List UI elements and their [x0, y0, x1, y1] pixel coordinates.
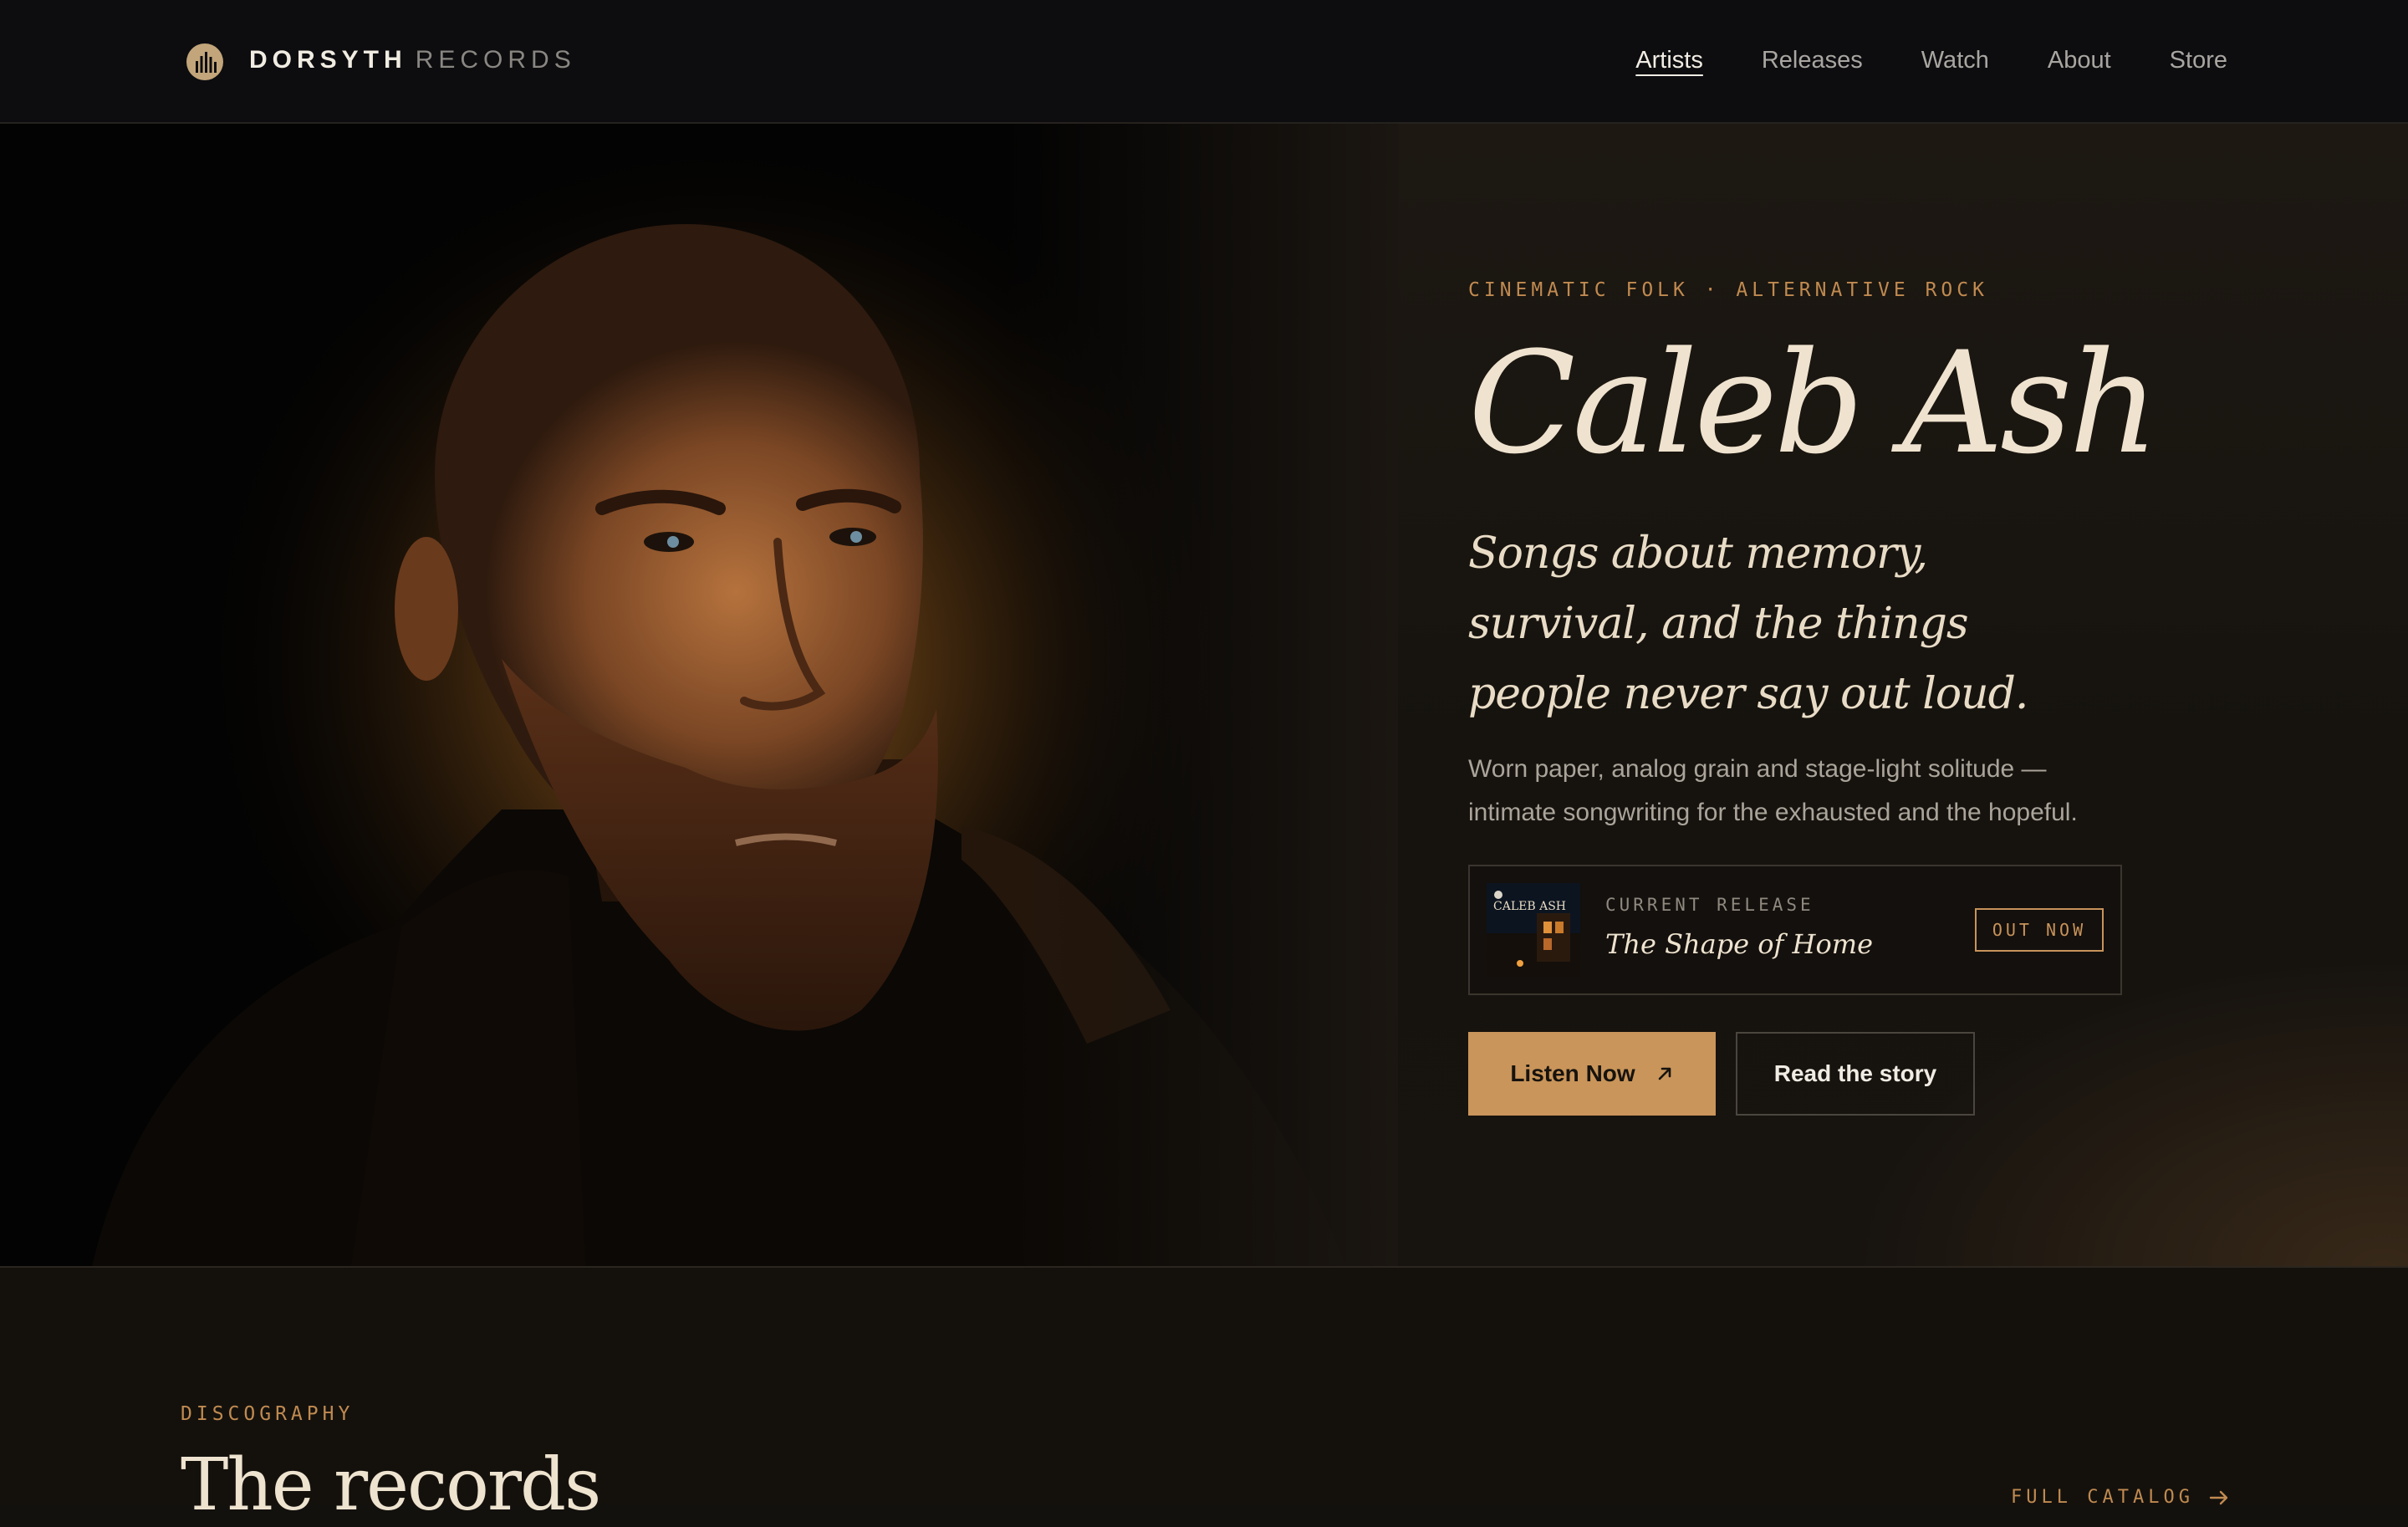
out-now-badge[interactable]: OUT NOW [1975, 908, 2104, 952]
listen-now-button[interactable]: Listen Now [1468, 1032, 1716, 1116]
nav-store[interactable]: Store [2170, 45, 2227, 75]
release-kicker: CURRENT RELEASE [1605, 895, 1814, 915]
artist-hero: CINEMATIC FOLK · ALTERNATIVE ROCK Caleb … [0, 124, 2408, 1268]
artist-name: Caleb Ash [1468, 321, 2160, 485]
nav-watch[interactable]: Watch [1921, 45, 1989, 75]
discography-section: DISCOGRAPHY The records FULL CATALOG [0, 1268, 2408, 1527]
brand-subtitle: RECORDS [415, 46, 576, 74]
release-title: The Shape of Home [1605, 928, 1873, 960]
current-release-card[interactable]: CALEB ASH CURRENT RELEASE The Shape of H… [1468, 865, 2122, 995]
brand-wordmark[interactable]: DORSYTH RECORDS [249, 45, 576, 75]
discography-kicker: DISCOGRAPHY [181, 1403, 355, 1425]
genre-label: CINEMATIC FOLK · ALTERNATIVE ROCK [1468, 279, 1988, 301]
listen-now-label: Listen Now [1510, 1060, 1635, 1086]
artist-description: Worn paper, analog grain and stage-light… [1468, 755, 2078, 826]
full-catalog-link[interactable]: FULL CATALOG [2011, 1487, 2229, 1508]
discography-title: The records [181, 1443, 601, 1527]
nav-about[interactable]: About [2048, 45, 2111, 75]
artist-portrait [0, 124, 1398, 1266]
nav-artists[interactable]: Artists [1635, 45, 1703, 75]
arrow-up-right-icon [1658, 1067, 1671, 1080]
site-header: DORSYTH RECORDS Artists Releases Watch Ab… [0, 0, 2408, 124]
read-story-button[interactable]: Read the story [1736, 1032, 1975, 1116]
full-catalog-label: FULL CATALOG [2011, 1487, 2194, 1508]
album-cover: CALEB ASH [1487, 883, 1580, 977]
artist-tagline: Songs about memory, survival, and the th… [1468, 529, 2028, 719]
main-nav: Artists Releases Watch About Store [1635, 45, 2227, 75]
arrow-right-icon [2209, 1490, 2228, 1504]
brand-name: DORSYTH [249, 46, 407, 74]
album-cover-text: CALEB ASH [1493, 900, 1566, 913]
nav-releases[interactable]: Releases [1762, 45, 1863, 75]
logo-sun-icon[interactable] [186, 43, 224, 81]
